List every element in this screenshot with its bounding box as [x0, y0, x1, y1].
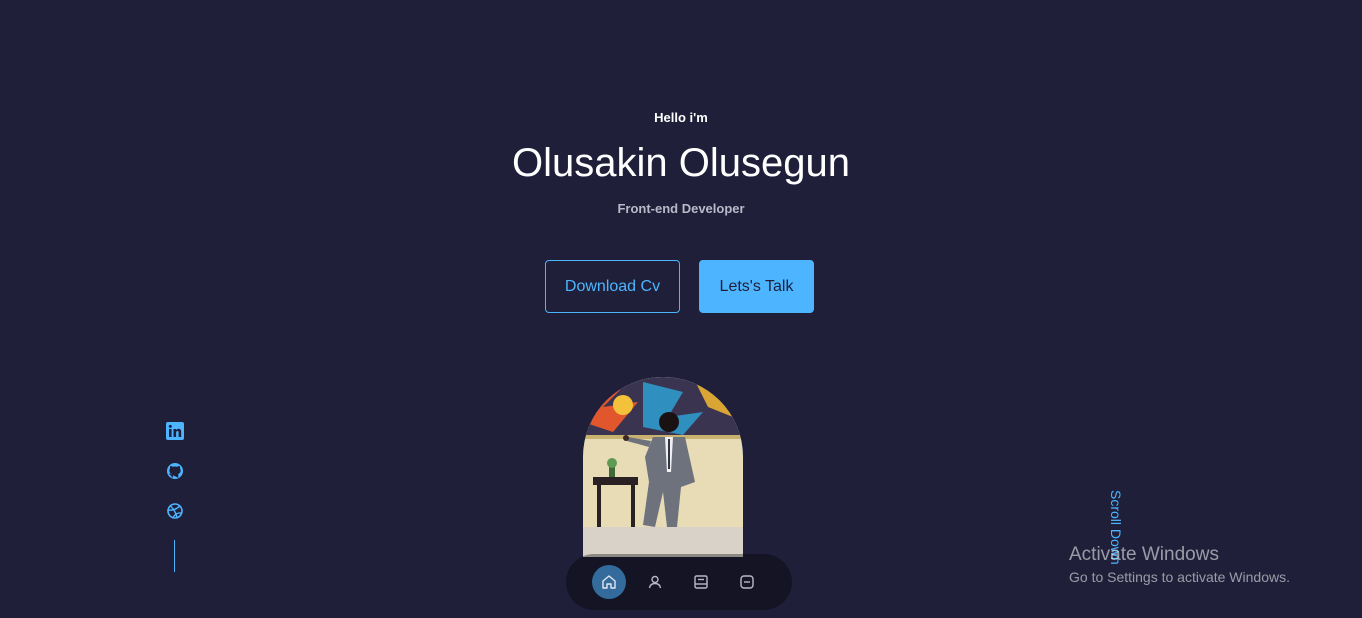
linkedin-icon[interactable] — [164, 420, 186, 442]
lets-talk-button[interactable]: Lets's Talk — [699, 260, 814, 313]
greeting-text: Hello i'm — [654, 110, 708, 125]
message-icon — [740, 575, 754, 589]
book-icon — [694, 575, 708, 589]
social-divider-line — [174, 540, 175, 572]
nav-about[interactable] — [638, 565, 672, 599]
user-icon — [648, 575, 662, 589]
github-icon[interactable] — [164, 460, 186, 482]
social-links — [164, 420, 186, 540]
profile-photo — [583, 377, 743, 557]
nav-experience[interactable] — [684, 565, 718, 599]
dribbble-icon[interactable] — [164, 500, 186, 522]
nav-home[interactable] — [592, 565, 626, 599]
nav-contact[interactable] — [730, 565, 764, 599]
hero-page: Hello i'm Olusakin Olusegun Front-end De… — [0, 0, 1362, 618]
watermark-title: Activate Windows — [1069, 544, 1219, 565]
bottom-nav — [566, 554, 792, 610]
windows-activation-watermark: Activate Windows Go to Settings to activ… — [1069, 544, 1290, 588]
watermark-subtitle: Go to Settings to activate Windows. — [1069, 569, 1290, 585]
role-subtitle: Front-end Developer — [617, 201, 745, 216]
home-icon — [602, 575, 616, 589]
download-cv-button[interactable]: Download Cv — [545, 260, 680, 313]
page-title: Olusakin Olusegun — [512, 141, 850, 185]
